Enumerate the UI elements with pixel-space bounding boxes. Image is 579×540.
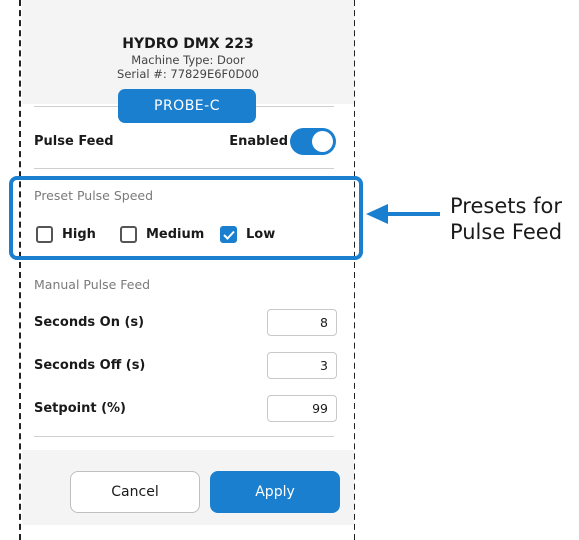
pulse-feed-status: Enabled <box>229 134 288 149</box>
annotation-arrow-icon <box>366 204 440 224</box>
pulse-feed-divider <box>34 168 334 169</box>
annotation-text: Presets for Pulse Feed <box>436 193 576 245</box>
seconds-off-input[interactable]: 3 <box>267 352 337 379</box>
pulse-feed-toggle[interactable] <box>290 128 336 155</box>
setpoint-input[interactable]: 99 <box>267 395 337 422</box>
seconds-on-label: Seconds On (s) <box>34 315 145 330</box>
setpoint-label: Setpoint (%) <box>34 401 126 416</box>
machine-name: HYDRO DMX 223 <box>122 36 254 52</box>
tab-probe-c[interactable]: PROBE-C <box>118 89 256 123</box>
manual-section-title: Manual Pulse Feed <box>34 277 151 292</box>
toggle-knob <box>312 131 333 152</box>
apply-button[interactable]: Apply <box>210 471 340 513</box>
left-dashed-border <box>19 0 21 540</box>
machine-type: Machine Type: Door <box>131 53 245 67</box>
pulse-feed-panel: HYDRO DMX 223 Machine Type: Door Serial … <box>22 0 354 540</box>
seconds-off-label: Seconds Off (s) <box>34 358 146 373</box>
pulse-feed-label: Pulse Feed <box>34 134 114 149</box>
annotation-line-2: Pulse Feed <box>449 220 563 244</box>
cancel-button[interactable]: Cancel <box>70 471 200 513</box>
annotation-line-1: Presets for <box>450 194 562 218</box>
machine-serial: Serial #: 77829E6F0D00 <box>117 67 259 81</box>
manual-divider <box>34 436 334 437</box>
preset-highlight-box <box>9 176 363 260</box>
seconds-on-input[interactable]: 8 <box>267 309 337 336</box>
